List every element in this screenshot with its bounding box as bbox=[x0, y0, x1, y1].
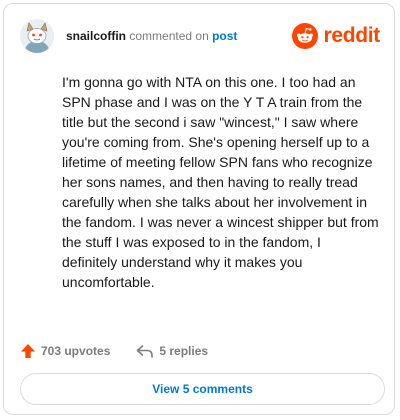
reddit-logo[interactable]: reddit bbox=[292, 23, 380, 49]
comment-body: I'm gonna go with NTA on this one. I too… bbox=[62, 74, 379, 290]
replies-stat[interactable]: 5 replies bbox=[136, 343, 208, 359]
upvotes-count: 703 upvotes bbox=[41, 344, 111, 358]
reddit-snoo-icon bbox=[292, 23, 319, 49]
comment-card: snailcoffin commented on post reddit I'm… bbox=[3, 3, 395, 415]
avatar-icon bbox=[20, 19, 54, 53]
user-avatar[interactable] bbox=[20, 19, 54, 53]
reddit-wordmark: reddit bbox=[323, 24, 380, 47]
comment-header: snailcoffin commented on post reddit bbox=[20, 18, 380, 54]
username-link[interactable]: snailcoffin bbox=[66, 29, 126, 43]
comment-meta: snailcoffin commented on post bbox=[66, 28, 237, 44]
action-text: commented on bbox=[129, 29, 209, 43]
upvote-stat[interactable]: 703 upvotes bbox=[20, 343, 110, 359]
replies-count: 5 replies bbox=[159, 344, 209, 358]
upvote-arrow-icon bbox=[21, 344, 35, 358]
reply-icon bbox=[137, 345, 154, 358]
view-comments-button[interactable]: View 5 comments bbox=[20, 373, 385, 405]
post-link[interactable]: post bbox=[212, 29, 237, 43]
comment-footer: 703 upvotes 5 replies bbox=[20, 341, 208, 361]
